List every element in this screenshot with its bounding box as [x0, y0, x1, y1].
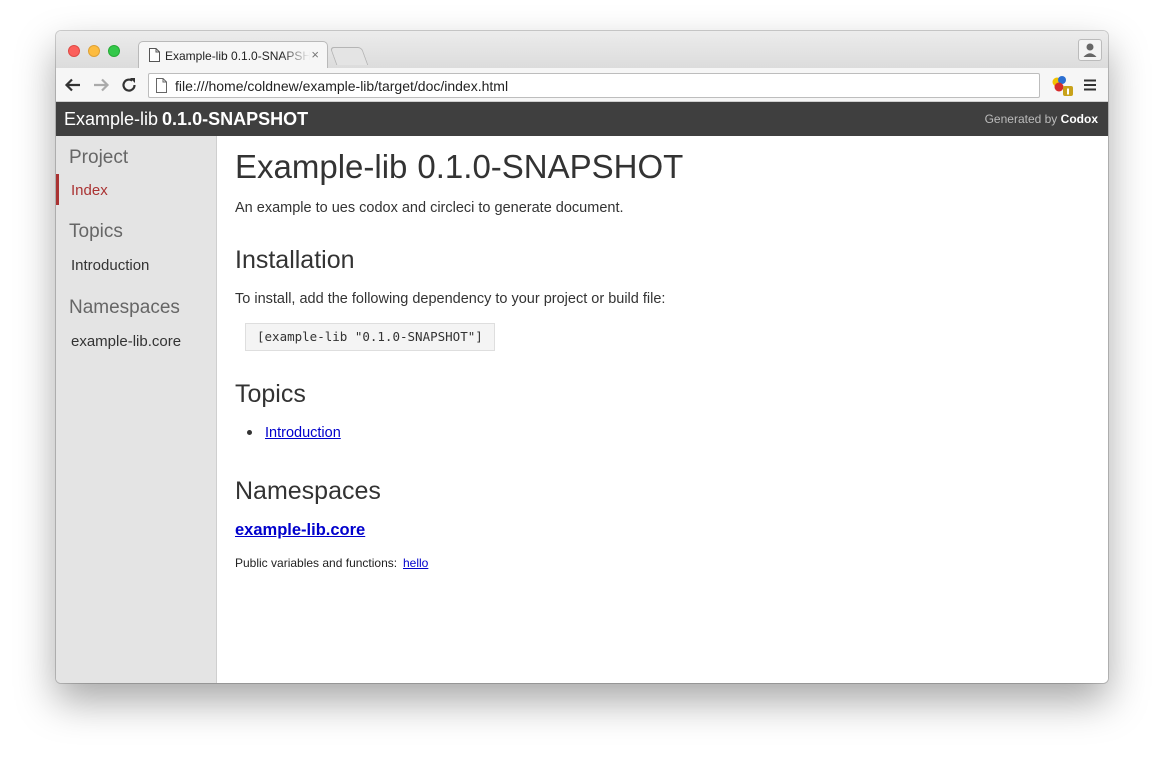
sidebar-item-index[interactable]: Index: [71, 182, 108, 199]
current-indicator: [56, 174, 59, 205]
generated-by-label: Generated by: [984, 112, 1058, 126]
sidebar-heading-topics: Topics: [69, 221, 123, 242]
sidebar-heading-namespaces: Namespaces: [69, 297, 180, 318]
tab-close-icon[interactable]: ×: [311, 47, 319, 62]
installation-text: To install, add the following dependency…: [235, 291, 666, 307]
window-minimize-button[interactable]: [88, 45, 100, 57]
window-close-button[interactable]: [68, 45, 80, 57]
public-functions-label: Public variables and functions:: [235, 556, 398, 570]
list-bullet: [247, 430, 252, 435]
project-description: An example to ues codox and circleci to …: [235, 200, 624, 216]
installation-heading: Installation: [235, 246, 355, 274]
address-url: file:///home/coldnew/example-lib/target/…: [175, 78, 509, 94]
main-content: Example-lib 0.1.0-SNAPSHOT An example to …: [217, 136, 1108, 683]
window-maximize-button[interactable]: [108, 45, 120, 57]
page-title-name: Example-lib: [235, 148, 408, 185]
function-link-hello[interactable]: hello: [403, 556, 428, 570]
project-version: 0.1.0-SNAPSHOT: [162, 109, 309, 129]
generator-link[interactable]: Codox: [1061, 112, 1098, 126]
menu-icon[interactable]: [1083, 78, 1097, 92]
forward-arrow-icon[interactable]: [92, 76, 110, 94]
topic-link-introduction[interactable]: Introduction: [265, 425, 341, 441]
project-name: Example-lib: [64, 109, 159, 129]
extension-icon[interactable]: [1050, 74, 1074, 98]
doc-header: Example-lib 0.1.0-SNAPSHOT Generated by C…: [56, 102, 1108, 136]
dependency-code: [example-lib "0.1.0-SNAPSHOT"]: [245, 323, 495, 351]
sidebar-item-introduction[interactable]: Introduction: [71, 257, 149, 274]
address-bar[interactable]: file:///home/coldnew/example-lib/target/…: [148, 73, 1040, 98]
page-title-version: 0.1.0-SNAPSHOT: [417, 148, 684, 185]
sidebar-item-example-lib-core[interactable]: example-lib.core: [71, 333, 181, 350]
generated-by: Generated by Codox: [985, 112, 1098, 126]
new-tab-button[interactable]: [329, 47, 369, 65]
browser-window: Example-lib 0.1.0-SNAPSHOT ×: [56, 31, 1108, 683]
namespace-link-example-lib-core[interactable]: example-lib.core: [235, 521, 365, 540]
namespaces-heading: Namespaces: [235, 477, 381, 505]
tab-active[interactable]: Example-lib 0.1.0-SNAPSHOT ×: [138, 41, 328, 68]
sidebar: Project Index Topics Introduction Namesp…: [56, 136, 217, 683]
page-icon: [149, 48, 160, 62]
topics-heading: Topics: [235, 380, 306, 408]
reload-icon[interactable]: [120, 76, 138, 94]
browser-toolbar: file:///home/coldnew/example-lib/target/…: [56, 68, 1108, 102]
project-title[interactable]: Example-lib 0.1.0-SNAPSHOT: [64, 109, 308, 130]
user-icon: [1083, 43, 1097, 57]
back-arrow-icon[interactable]: [64, 76, 82, 94]
tab-title: Example-lib 0.1.0-SNAPSHOT: [165, 49, 310, 63]
sidebar-heading-project: Project: [69, 147, 129, 168]
page-icon: [156, 78, 167, 93]
profile-button[interactable]: [1078, 39, 1102, 61]
page-title: Example-lib 0.1.0-SNAPSHOT: [235, 148, 683, 186]
tab-strip: Example-lib 0.1.0-SNAPSHOT ×: [56, 31, 1108, 68]
